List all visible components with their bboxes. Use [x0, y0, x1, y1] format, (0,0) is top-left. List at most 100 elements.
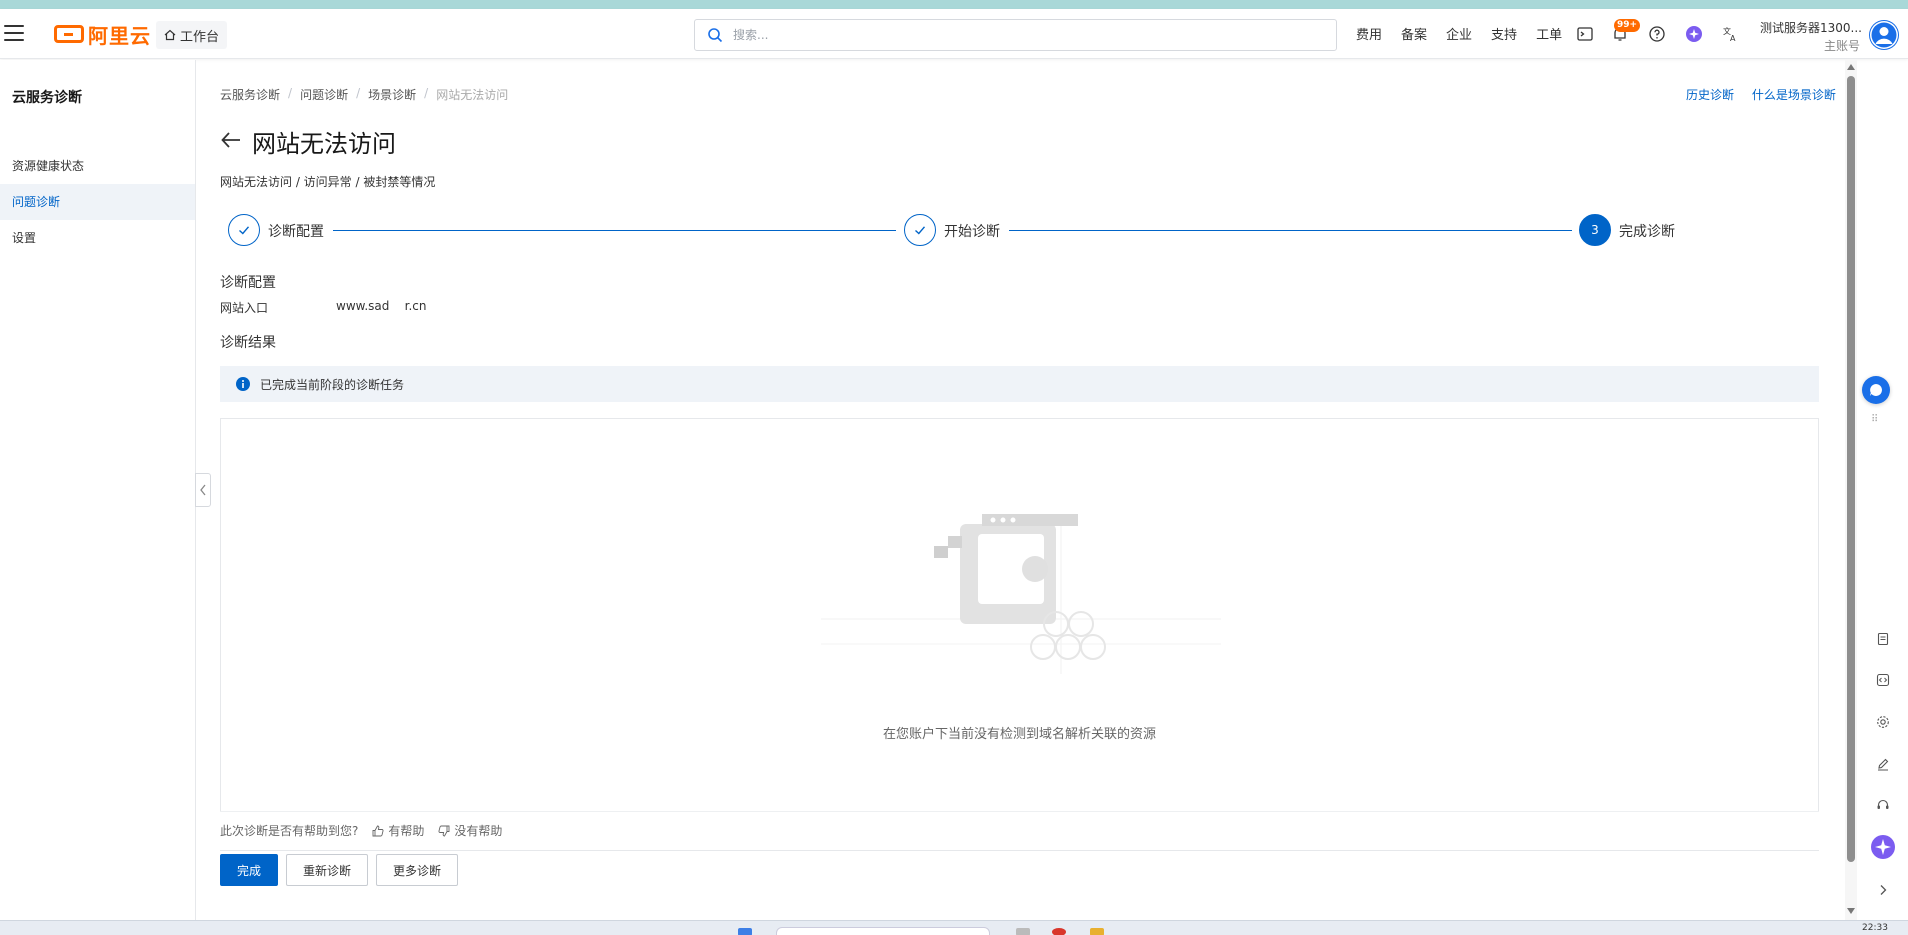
breadcrumb-item[interactable]: 云服务诊断	[220, 86, 280, 103]
info-icon	[236, 377, 250, 391]
account-type: 主账号	[1824, 39, 1861, 53]
empty-state-text: 在您账户下当前没有检测到域名解析关联的资源	[882, 727, 1156, 742]
gear-icon[interactable]	[1870, 709, 1896, 735]
taskbar-app-icon[interactable]	[1052, 928, 1066, 935]
breadcrumb-item[interactable]: 问题诊断	[300, 86, 348, 103]
not-helpful-button[interactable]: 没有帮助	[438, 822, 502, 839]
document-icon[interactable]	[1870, 626, 1896, 652]
terminal-icon[interactable]	[1576, 25, 1594, 43]
help-icon[interactable]	[1648, 25, 1666, 43]
info-alert: 已完成当前阶段的诊断任务	[220, 366, 1819, 402]
breadcrumb-separator: /	[356, 86, 361, 100]
config-key-website-entry: 网站入口	[220, 301, 269, 315]
breadcrumb: 云服务诊断 / 问题诊断 / 场景诊断 / 网站无法访问	[220, 86, 508, 103]
sidebar-item-settings[interactable]: 设置	[0, 220, 195, 256]
code-icon[interactable]	[1870, 667, 1896, 693]
rediagnose-button[interactable]: 重新诊断	[286, 854, 368, 886]
aliyun-logo[interactable]: 阿里云	[54, 22, 151, 48]
scroll-up-arrow-icon[interactable]	[1847, 64, 1855, 70]
feedback-question: 此次诊断是否有帮助到您?	[220, 824, 359, 838]
sidebar-item-resource-health[interactable]: 资源健康状态	[0, 148, 195, 184]
account-name[interactable]: 测试服务器1300...	[1760, 19, 1862, 36]
chat-bubble-icon[interactable]	[1862, 376, 1890, 404]
more-diagnosis-button[interactable]: 更多诊断	[376, 854, 458, 886]
avatar[interactable]	[1869, 20, 1899, 50]
step-2-label: 开始诊断	[944, 224, 1000, 240]
sidebar: 云服务诊断 资源健康状态 问题诊断 设置	[0, 60, 196, 920]
language-icon[interactable]: 文A	[1722, 25, 1740, 43]
nav-link-ticket[interactable]: 工单	[1536, 24, 1562, 43]
taskbar-app-icon[interactable]	[1090, 928, 1104, 935]
workbench-label: 工作台	[180, 29, 220, 45]
step-2-circle	[904, 214, 936, 246]
home-icon	[164, 29, 176, 41]
thumbs-down-icon	[438, 825, 450, 836]
what-is-scenario-link[interactable]: 什么是场景诊断	[1752, 88, 1836, 102]
taskbar-app-icon[interactable]	[738, 928, 752, 935]
logo-mark-icon	[54, 25, 84, 43]
top-navbar: 阿里云 工作台 费用 备案 企业 支持 工单 99+ 文A 测试服务器1300.…	[0, 9, 1908, 59]
step-1-circle	[228, 214, 260, 246]
chevron-right-icon[interactable]	[1870, 877, 1896, 903]
step-3-number: 3	[1591, 223, 1599, 237]
config-value-website-entry: www.sad r.cn	[336, 299, 427, 313]
check-icon	[239, 226, 250, 235]
history-diagnosis-link[interactable]: 历史诊断	[1686, 88, 1734, 102]
step-connector	[333, 230, 896, 231]
scroll-down-arrow-icon[interactable]	[1847, 908, 1855, 914]
chevron-left-icon	[200, 484, 206, 496]
breadcrumb-separator: /	[288, 86, 293, 100]
check-icon	[915, 226, 926, 235]
sidebar-item-problem-diagnosis[interactable]: 问题诊断	[0, 184, 195, 220]
feedback-footer: 此次诊断是否有帮助到您? 有帮助 没有帮助	[220, 811, 1819, 899]
ai-assistant-icon[interactable]	[1685, 25, 1703, 43]
nav-link-billing[interactable]: 费用	[1356, 24, 1382, 43]
scroll-thumb[interactable]	[1847, 76, 1855, 862]
step-1-label: 诊断配置	[268, 224, 324, 240]
step-connector	[1009, 230, 1572, 231]
alert-text: 已完成当前阶段的诊断任务	[260, 377, 405, 392]
workbench-button[interactable]: 工作台	[156, 21, 228, 49]
taskbar-clock: 22:33	[1862, 923, 1888, 933]
nav-link-enterprise[interactable]: 企业	[1446, 24, 1472, 43]
browser-top-strip	[0, 0, 1908, 9]
os-taskbar: 22:33	[0, 920, 1908, 935]
header-nav-links: 费用 备案 企业 支持 工单	[1356, 24, 1581, 43]
menu-icon[interactable]	[4, 25, 24, 43]
config-heading: 诊断配置	[220, 275, 276, 291]
global-search[interactable]	[694, 19, 1337, 51]
svg-text:A: A	[1730, 34, 1736, 43]
taskbar-app-icon[interactable]	[1016, 928, 1030, 935]
helpful-label: 有帮助	[388, 824, 425, 838]
step-3-label: 完成诊断	[1619, 224, 1675, 240]
logo-text: 阿里云	[88, 23, 151, 48]
sidebar-collapse-button[interactable]	[195, 473, 211, 507]
feedback-row: 此次诊断是否有帮助到您? 有帮助 没有帮助	[220, 822, 502, 839]
nav-link-icp[interactable]: 备案	[1401, 24, 1427, 43]
result-heading: 诊断结果	[220, 335, 276, 351]
breadcrumb-item[interactable]: 场景诊断	[368, 86, 416, 103]
chat-icon	[1870, 384, 1882, 396]
user-avatar-icon	[1870, 21, 1898, 49]
search-icon	[708, 28, 723, 43]
drag-handle-icon[interactable]: ⠿	[1871, 414, 1878, 425]
sidebar-title: 云服务诊断	[12, 90, 82, 106]
top-links: 历史诊断 什么是场景诊断	[1672, 86, 1836, 103]
notification-badge: 99+	[1614, 19, 1641, 32]
headset-icon[interactable]	[1870, 792, 1896, 818]
breadcrumb-current: 网站无法访问	[436, 88, 509, 102]
page-scrollbar[interactable]	[1845, 60, 1857, 920]
nav-link-support[interactable]: 支持	[1491, 24, 1517, 43]
back-arrow-icon[interactable]	[220, 129, 242, 151]
ai-sparkle-icon[interactable]	[1870, 834, 1896, 860]
page-subtitle: 网站无法访问 / 访问异常 / 被封禁等情况	[220, 175, 436, 189]
finish-button[interactable]: 完成	[220, 854, 278, 886]
divider	[220, 850, 1819, 851]
empty-state-illustration	[821, 514, 1221, 674]
taskbar-search[interactable]	[776, 927, 990, 935]
helpful-button[interactable]: 有帮助	[372, 822, 424, 839]
not-helpful-label: 没有帮助	[454, 824, 503, 838]
edit-icon[interactable]	[1870, 751, 1896, 777]
step-3-circle: 3	[1579, 214, 1611, 246]
search-input[interactable]	[733, 28, 1293, 42]
